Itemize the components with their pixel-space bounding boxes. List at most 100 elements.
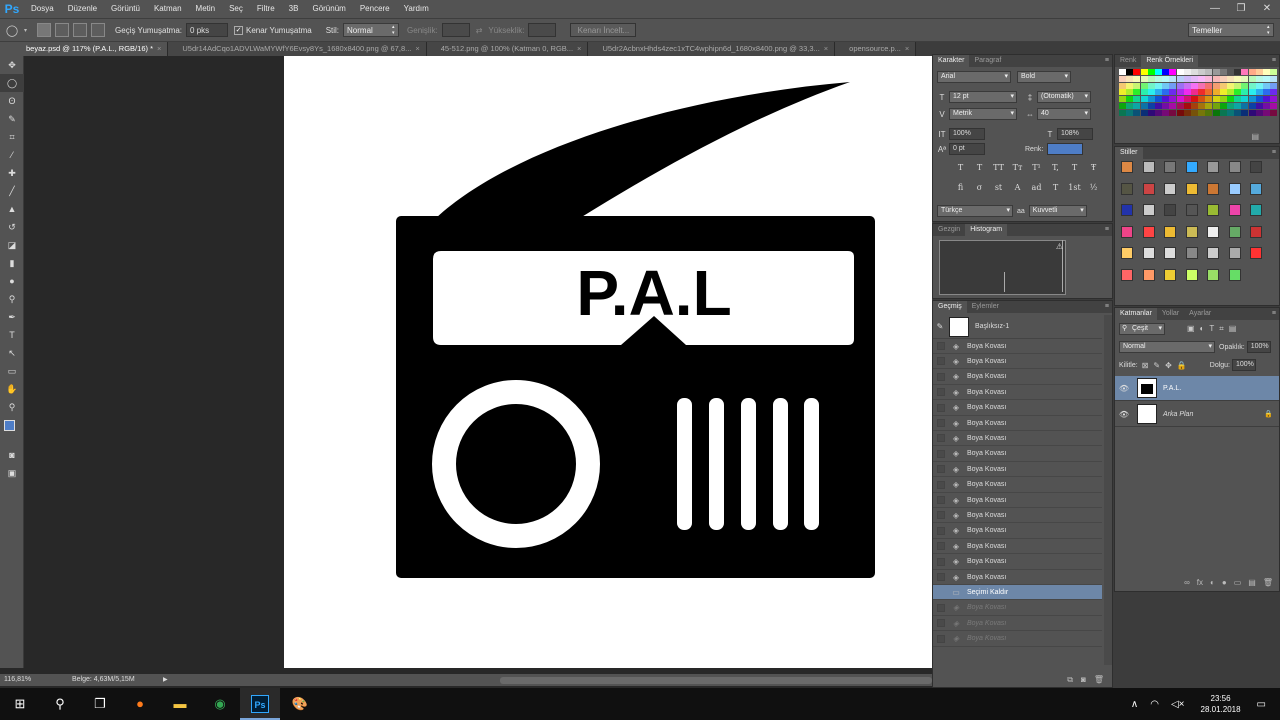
visibility-eye-icon[interactable]: 👁 — [1115, 410, 1133, 419]
tab-paths[interactable]: Yollar — [1157, 308, 1184, 320]
color-swatch[interactable] — [1255, 82, 1263, 89]
color-swatch[interactable] — [1248, 89, 1256, 96]
color-swatch[interactable] — [1255, 69, 1263, 75]
color-swatch[interactable] — [1119, 103, 1126, 109]
color-swatch[interactable] — [1169, 75, 1177, 82]
style-preset[interactable] — [1142, 268, 1155, 281]
panel-menu-icon[interactable]: ≡ — [1272, 55, 1276, 67]
color-swatch[interactable] — [1212, 109, 1220, 116]
history-item[interactable]: ◈ Boya Kovası — [933, 493, 1102, 508]
history-checkbox[interactable] — [937, 619, 945, 628]
hand-tool-icon[interactable]: ✋ — [0, 380, 24, 398]
tracking-dropdown[interactable]: 40 — [1037, 108, 1091, 120]
color-swatch[interactable] — [1183, 89, 1191, 96]
tray-chevron-icon[interactable]: ∧ — [1131, 699, 1138, 710]
photoshop-taskbar-icon[interactable]: Ps — [240, 688, 280, 720]
layer-row-pal[interactable]: 👁 P.A.L. — [1115, 376, 1279, 401]
color-swatch[interactable] — [1191, 89, 1198, 96]
language-dropdown[interactable]: Türkçe — [937, 205, 1013, 217]
history-checkbox[interactable] — [937, 403, 945, 412]
tab-histogram[interactable]: Histogram — [965, 224, 1008, 236]
layer-name[interactable]: P.A.L. — [1163, 385, 1181, 392]
new-document-from-state-icon[interactable]: ⧉ — [1067, 675, 1073, 685]
color-swatch[interactable] — [1140, 82, 1148, 89]
antialias-checkbox[interactable]: ✓ — [234, 25, 244, 35]
color-swatch[interactable] — [1191, 82, 1198, 89]
color-swatch[interactable] — [1212, 69, 1220, 75]
color-swatch[interactable] — [1255, 75, 1263, 82]
color-swatch[interactable] — [1140, 89, 1148, 96]
style-preset[interactable] — [1228, 182, 1241, 195]
opentype-button[interactable]: T — [1046, 183, 1065, 192]
color-swatch[interactable] — [1183, 82, 1191, 89]
color-swatch[interactable] — [1270, 89, 1278, 96]
color-swatch[interactable] — [1255, 89, 1263, 96]
style-preset[interactable] — [1207, 225, 1219, 238]
stamp-tool-icon[interactable]: ▲ — [0, 200, 24, 218]
color-swatch[interactable] — [1126, 96, 1134, 103]
style-preset[interactable] — [1250, 161, 1262, 173]
menu-3[interactable]: Katman — [147, 0, 189, 18]
document-tab[interactable]: 45-512.png @ 100% (Katman 0, RGB... × — [426, 42, 589, 56]
color-swatch[interactable] — [1133, 103, 1141, 109]
fx-icon[interactable]: fx — [1197, 578, 1203, 587]
style-preset[interactable] — [1228, 247, 1241, 259]
history-item[interactable]: ◈ Boya Kovası — [933, 339, 1102, 354]
opacity-input[interactable]: 100% — [1246, 341, 1271, 353]
color-swatch[interactable] — [1147, 69, 1155, 75]
color-swatch[interactable] — [1147, 75, 1155, 82]
zoom-level[interactable]: 116,81% — [4, 674, 31, 686]
color-swatch[interactable] — [1212, 75, 1220, 82]
style-preset[interactable] — [1164, 247, 1176, 259]
style-preset[interactable] — [1207, 268, 1219, 281]
intersect-selection-icon[interactable] — [91, 23, 106, 37]
color-swatch[interactable] — [1119, 89, 1126, 96]
color-swatch[interactable] — [1263, 96, 1270, 103]
history-checkbox[interactable] — [937, 449, 945, 458]
color-swatch[interactable] — [1219, 69, 1227, 75]
height-input[interactable] — [528, 23, 557, 37]
color-swatch[interactable] — [1147, 109, 1155, 116]
mask-icon[interactable]: ◐ — [1210, 578, 1215, 587]
color-swatch[interactable] — [1205, 75, 1213, 82]
color-swatch[interactable] — [1248, 96, 1256, 103]
color-swatch[interactable] — [1147, 96, 1155, 103]
color-swatch[interactable] — [1183, 75, 1191, 82]
color-swatch[interactable] — [1205, 103, 1213, 109]
foreground-color[interactable] — [4, 420, 15, 431]
horizontal-scale-input[interactable]: 108% — [1057, 128, 1093, 140]
workspace-dropdown[interactable]: Temeller — [1188, 23, 1274, 37]
move-tool-icon[interactable]: ✥ — [0, 56, 24, 74]
color-swatch[interactable] — [1162, 89, 1170, 96]
color-swatch[interactable] — [1133, 75, 1141, 82]
history-item[interactable]: ◈ Boya Kovası — [933, 508, 1102, 524]
tool-preset-chevron-icon[interactable]: ▾ — [24, 27, 27, 34]
style-preset[interactable] — [1250, 182, 1262, 195]
color-swatch[interactable] — [1263, 103, 1270, 109]
color-swatch[interactable] — [1234, 82, 1242, 89]
history-checkbox[interactable] — [937, 419, 945, 427]
warning-icon[interactable]: ⚠ — [1056, 242, 1063, 251]
minimize-button[interactable]: — — [1202, 0, 1228, 18]
color-swatch[interactable] — [1176, 75, 1184, 82]
color-swatch[interactable] — [1126, 82, 1134, 89]
color-swatch[interactable] — [1270, 96, 1278, 103]
blur-tool-icon[interactable]: ● — [0, 272, 24, 290]
close-button[interactable]: ✕ — [1254, 0, 1280, 18]
history-checkbox[interactable] — [937, 434, 945, 443]
style-preset[interactable] — [1164, 204, 1176, 216]
color-swatch[interactable] — [1169, 109, 1177, 116]
color-swatch[interactable] — [1241, 82, 1249, 89]
history-checkbox[interactable] — [937, 573, 945, 581]
color-swatch[interactable] — [1119, 82, 1126, 89]
vertical-scale-input[interactable]: 100% — [949, 128, 985, 140]
history-item[interactable]: ◈ Boya Kovası — [933, 524, 1102, 539]
menu-2[interactable]: Görüntü — [104, 0, 147, 18]
color-swatch[interactable] — [1169, 69, 1177, 75]
close-tab-icon[interactable]: × — [824, 44, 828, 53]
gradient-tool-icon[interactable]: ▮ — [0, 254, 24, 272]
history-item[interactable]: ◈ Boya Kovası — [933, 354, 1102, 370]
opentype-button[interactable]: 1st — [1065, 183, 1084, 192]
history-scrollbar[interactable] — [1104, 315, 1112, 665]
blend-mode-dropdown[interactable]: Normal — [1119, 341, 1215, 353]
